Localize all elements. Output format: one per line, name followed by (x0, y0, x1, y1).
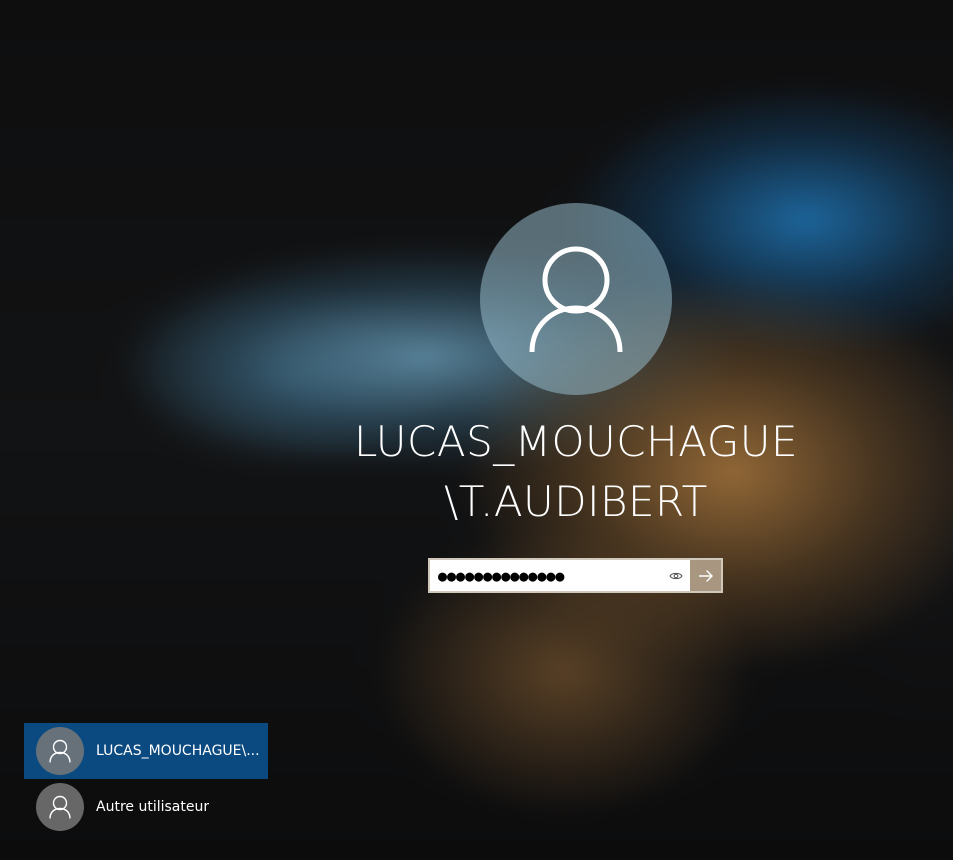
user-item-label: LUCAS_MOUCHAGUE\... (96, 743, 260, 759)
password-input[interactable] (430, 560, 662, 591)
user-avatar-large (480, 203, 672, 395)
submit-button[interactable] (690, 560, 721, 591)
user-item-lucas[interactable]: LUCAS_MOUCHAGUE\... (24, 723, 268, 779)
user-avatar-small (36, 783, 84, 831)
account-name: LUCAS_MOUCHAGUE \T.AUDIBERT (300, 412, 852, 532)
user-item-other[interactable]: Autre utilisateur (24, 779, 268, 835)
password-box (428, 558, 723, 593)
user-icon (49, 795, 71, 819)
user-switcher-list: LUCAS_MOUCHAGUE\... Autre utilisateur (24, 723, 268, 835)
lock-screen: LUCAS_MOUCHAGUE \T.AUDIBERT LUCAS_MOU (0, 0, 953, 860)
user-icon (529, 246, 623, 353)
arrow-right-icon (698, 569, 713, 582)
account-name-line2: \T.AUDIBERT (444, 477, 708, 526)
account-name-line1: LUCAS_MOUCHAGUE (353, 417, 799, 466)
user-icon (49, 739, 71, 763)
eye-icon (669, 572, 683, 579)
user-item-label: Autre utilisateur (96, 799, 210, 815)
user-avatar-small (36, 727, 84, 775)
reveal-password-button[interactable] (662, 560, 690, 591)
